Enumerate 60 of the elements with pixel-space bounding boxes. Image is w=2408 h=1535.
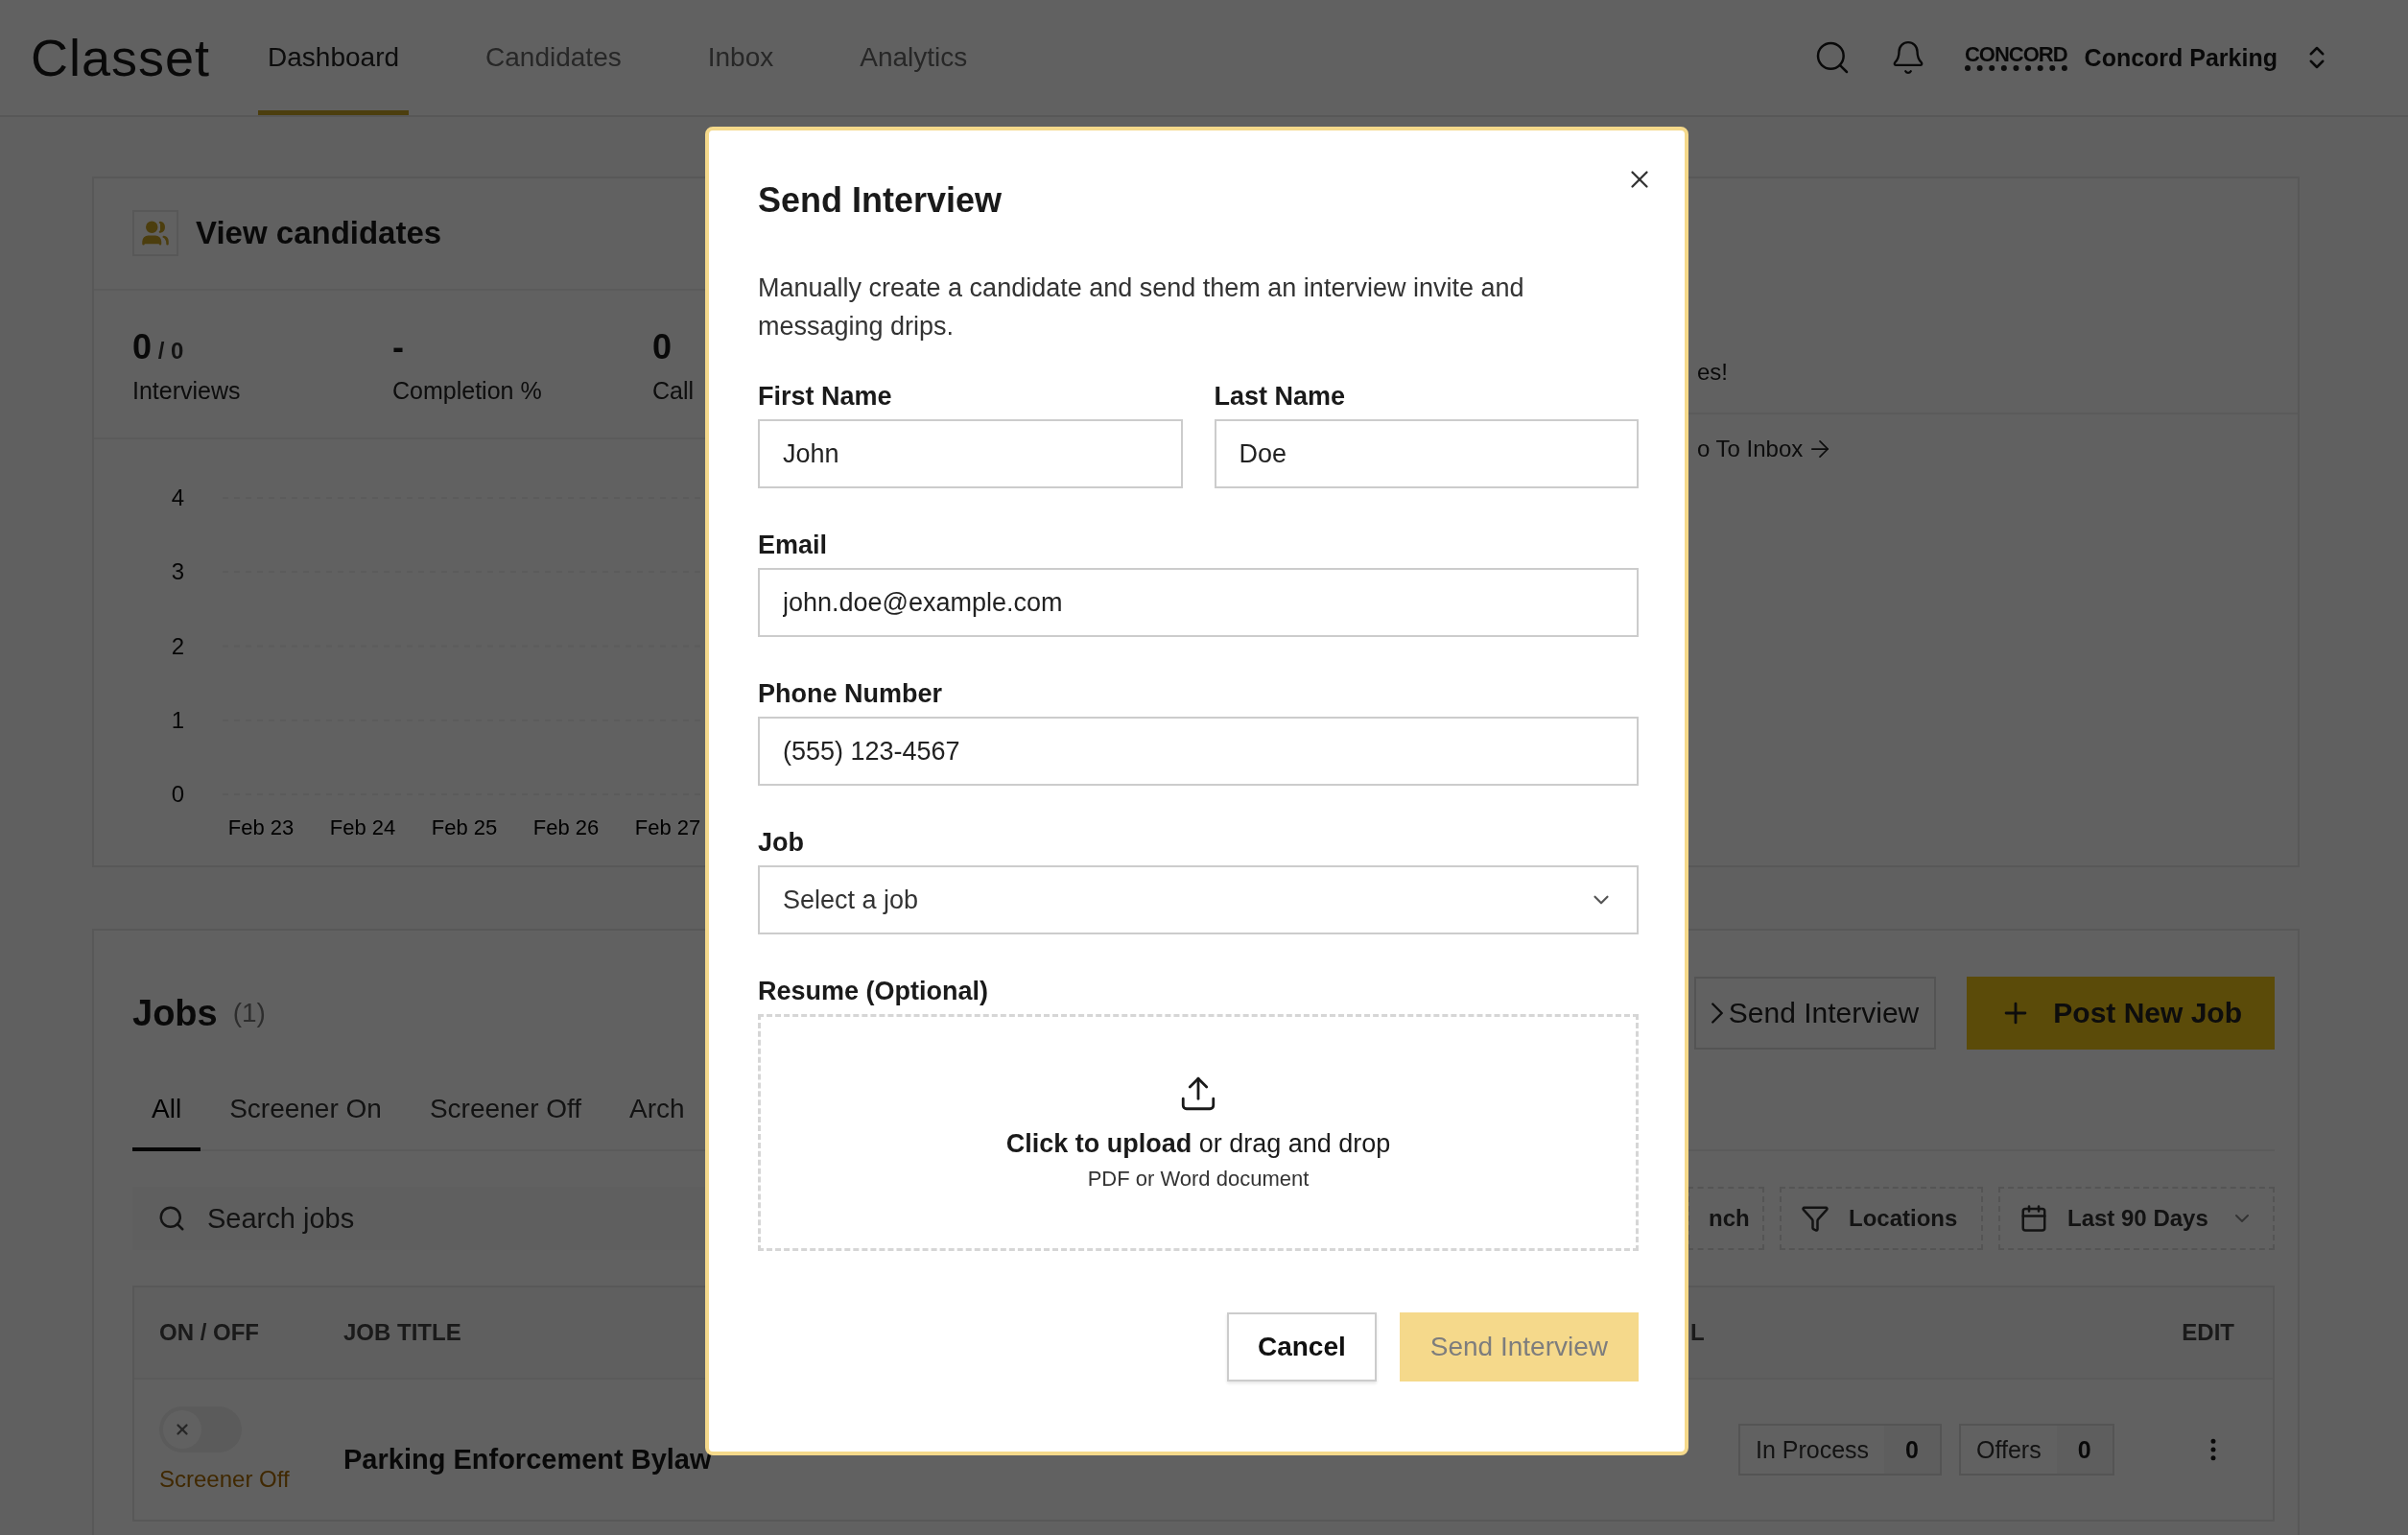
column-header: EDIT xyxy=(2182,1319,2234,1346)
field-label: Resume (Optional) xyxy=(758,977,990,1006)
column-header: L xyxy=(1690,1319,1705,1346)
org-logo: CONCORD xyxy=(1964,44,2067,71)
axis-tick-label: 2 xyxy=(171,632,184,659)
send-interview-button[interactable]: Send Interview xyxy=(1693,977,1937,1050)
input-field[interactable]: Doe xyxy=(1214,419,1639,488)
inbox-message: es! xyxy=(1697,359,1729,386)
filter-button[interactable]: Last 90 Days xyxy=(1998,1187,2275,1250)
field-label: Email xyxy=(758,531,829,560)
count-pill: Offers 0 xyxy=(1959,1424,2114,1476)
upload-prompt: Click to upload or drag and drop xyxy=(1005,1129,1391,1159)
stat-label: Completion % xyxy=(392,376,542,405)
field-label: Phone Number xyxy=(758,679,944,709)
axis-tick-label: 4 xyxy=(171,484,184,510)
input-field[interactable]: John xyxy=(758,419,1183,488)
axis-tick-label: 1 xyxy=(171,706,184,733)
nav-tab[interactable]: Candidates xyxy=(476,0,631,115)
stat-value: 0 xyxy=(652,326,673,367)
app-logo[interactable]: Classet xyxy=(31,28,211,87)
field-label: Last Name xyxy=(1214,382,1347,412)
axis-tick-label: 3 xyxy=(171,558,184,585)
column-header: ON / OFF xyxy=(159,1319,259,1346)
filter-tab[interactable]: Screener Off xyxy=(410,1084,602,1151)
upload-hint: PDF or Word document xyxy=(1087,1167,1310,1192)
jobs-title: Jobs xyxy=(132,992,218,1034)
filter-tab[interactable]: Screener On xyxy=(210,1084,401,1151)
card-title[interactable]: View candidates xyxy=(196,215,442,252)
axis-tick-label: Feb 24 xyxy=(329,815,396,839)
input-field[interactable]: (555) 123-4567 xyxy=(758,717,1639,786)
nav-tab[interactable]: Inbox xyxy=(697,0,784,115)
cancel-button[interactable]: Cancel xyxy=(1226,1312,1377,1382)
dialog-title: Send Interview xyxy=(758,180,1003,221)
post-job-button[interactable]: Post New Job xyxy=(1967,977,2275,1050)
job-select[interactable]: Select a job xyxy=(758,865,1639,934)
stat-label: Interviews xyxy=(132,376,241,405)
axis-tick-label: Feb 23 xyxy=(227,815,295,839)
nav-tab[interactable]: Dashboard xyxy=(258,0,410,115)
filter-tab[interactable]: Arch xyxy=(610,1084,704,1151)
screener-status: Screener Off xyxy=(159,1466,291,1493)
column-header: JOB TITLE xyxy=(343,1319,461,1346)
axis-tick-label: Feb 26 xyxy=(532,815,600,839)
filter-button[interactable]: Locations xyxy=(1780,1187,1983,1250)
stat-label: Call xyxy=(652,376,695,405)
nav-tab[interactable]: Analytics xyxy=(850,0,978,115)
stat-value: - xyxy=(392,326,404,367)
inbox-link[interactable]: o To Inbox xyxy=(1697,436,1834,462)
field-label: Job xyxy=(758,828,805,858)
search-placeholder: Search jobs xyxy=(207,1202,355,1235)
field-label: First Name xyxy=(758,382,893,412)
count-pill: In Process 0 xyxy=(1738,1424,1942,1476)
org-name[interactable]: Concord Parking xyxy=(2084,43,2278,72)
input-field[interactable]: john.doe@example.com xyxy=(758,568,1639,637)
stat-value: 0 / 0 xyxy=(132,326,184,367)
axis-tick-label: 0 xyxy=(171,781,184,807)
filter-tab[interactable]: All xyxy=(132,1084,201,1151)
axis-tick-label: Feb 25 xyxy=(431,815,498,839)
dialog-description: Manually create a candidate and send them an interview invite and messaging drips. xyxy=(758,272,1525,342)
axis-tick-label: Feb 27 xyxy=(634,815,701,839)
upload-dropzone[interactable]: Click to upload or drag and drop PDF or Word document xyxy=(758,1014,1639,1251)
